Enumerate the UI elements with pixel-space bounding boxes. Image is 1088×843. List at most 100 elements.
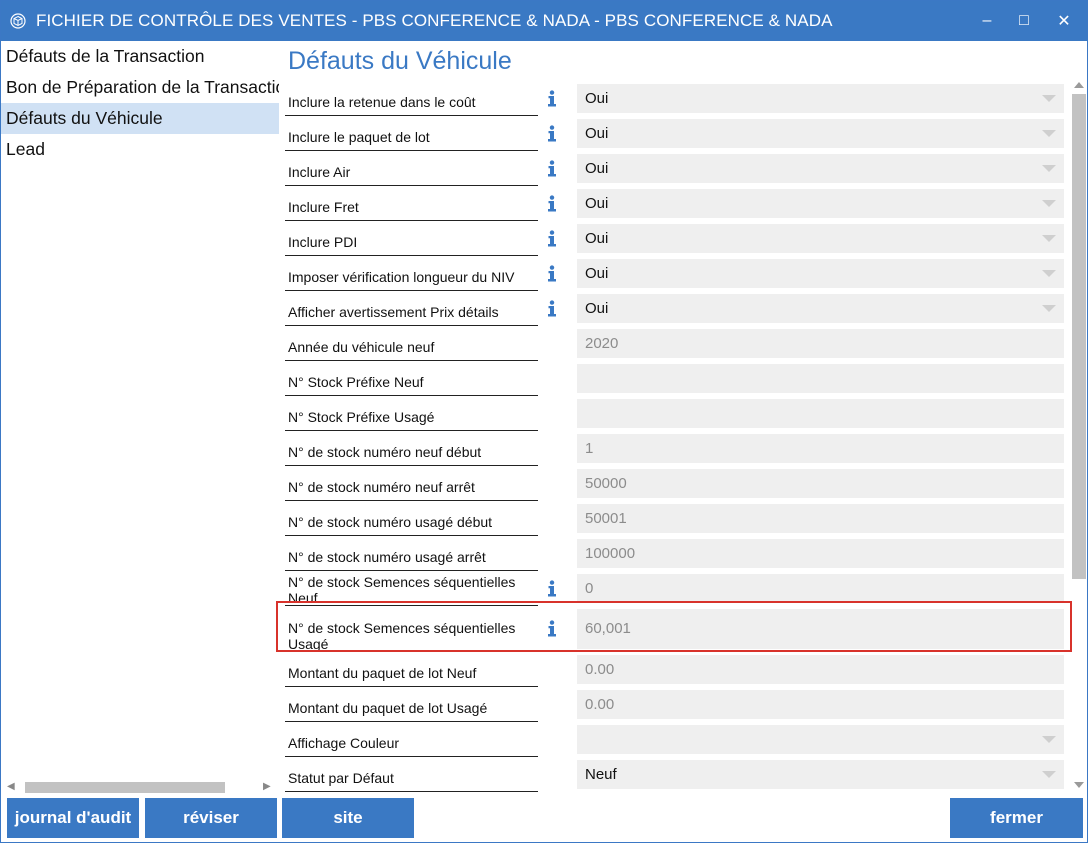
setting-label: Afficher avertissement Prix détails: [288, 304, 499, 320]
setting-dropdown[interactable]: [577, 725, 1064, 754]
title-bar[interactable]: FICHIER DE CONTRÔLE DES VENTES - PBS CON…: [1, 1, 1087, 41]
setting-dropdown[interactable]: Oui: [577, 259, 1064, 288]
info-icon[interactable]: [545, 300, 559, 317]
minimize-button[interactable]: –: [967, 1, 1007, 41]
setting-dropdown[interactable]: Oui: [577, 224, 1064, 253]
setting-row: Inclure Air Oui: [282, 151, 1069, 186]
setting-value: Oui: [585, 195, 609, 212]
settings-scroll-thumb[interactable]: [1072, 94, 1086, 579]
setting-row: Afficher avertissement Prix détails Oui: [282, 291, 1069, 326]
nav-horizontal-scrollbar[interactable]: ◀ ▶: [1, 778, 279, 794]
scroll-up-icon[interactable]: [1074, 82, 1084, 88]
setting-dropdown[interactable]: Oui: [577, 154, 1064, 183]
setting-row: Inclure le paquet de lot Oui: [282, 116, 1069, 151]
setting-row: N° de stock numéro neuf début 1: [282, 431, 1069, 466]
section-title: Défauts du Véhicule: [288, 47, 512, 75]
setting-input[interactable]: 2020: [577, 329, 1064, 358]
setting-value: 2020: [585, 335, 619, 352]
setting-label: N° de stock numéro usagé arrêt: [288, 549, 486, 565]
info-icon[interactable]: [545, 230, 559, 247]
info-icon[interactable]: [545, 580, 559, 597]
setting-row: N° Stock Préfixe Neuf: [282, 361, 1069, 396]
nav-list: Défauts de la Transaction Bon de Préparat…: [1, 41, 279, 165]
chevron-down-icon[interactable]: [1042, 130, 1056, 137]
window-title: FICHIER DE CONTRÔLE DES VENTES - PBS CON…: [36, 11, 833, 30]
setting-input[interactable]: 50001: [577, 504, 1064, 533]
info-icon[interactable]: [545, 195, 559, 212]
setting-value: 0.00: [585, 661, 615, 678]
settings-vertical-scrollbar[interactable]: [1071, 81, 1087, 794]
setting-row: Imposer vérification longueur du NIV Oui: [282, 256, 1069, 291]
setting-input[interactable]: 60,001: [577, 609, 1064, 649]
setting-value: 1: [585, 440, 594, 457]
chevron-down-icon[interactable]: [1042, 235, 1056, 242]
audit-log-button[interactable]: journal d'audit: [7, 798, 139, 838]
cube-icon: [10, 13, 26, 29]
setting-label: Inclure PDI: [288, 234, 358, 250]
setting-value: 100000: [585, 545, 636, 562]
nav-scroll-thumb[interactable]: [25, 782, 225, 793]
setting-label: N° de stock Semences séquentielles Usagé: [288, 620, 516, 652]
setting-row: N° Stock Préfixe Usagé: [282, 396, 1069, 431]
setting-input[interactable]: 100000: [577, 539, 1064, 568]
review-button[interactable]: réviser: [145, 798, 277, 838]
setting-label: N° de stock numéro neuf début: [288, 444, 482, 460]
scroll-right-icon[interactable]: ▶: [263, 781, 271, 792]
setting-label: Année du véhicule neuf: [288, 339, 435, 355]
setting-input[interactable]: 50000: [577, 469, 1064, 498]
setting-value: Oui: [585, 265, 609, 282]
setting-input[interactable]: 0.00: [577, 655, 1064, 684]
site-button[interactable]: site: [282, 798, 414, 838]
nav-item[interactable]: Lead: [1, 134, 279, 165]
left-navigation: Défauts de la Transaction Bon de Préparat…: [1, 41, 279, 794]
nav-item[interactable]: Bon de Préparation de la Transaction: [1, 72, 279, 103]
chevron-down-icon[interactable]: [1042, 771, 1056, 778]
setting-dropdown[interactable]: Neuf: [577, 760, 1064, 789]
setting-label: Inclure Air: [288, 164, 351, 180]
setting-row: Inclure Fret Oui: [282, 186, 1069, 221]
setting-value: Oui: [585, 125, 609, 142]
setting-label: Imposer vérification longueur du NIV: [288, 269, 515, 285]
close-window-button[interactable]: ✕: [1044, 1, 1084, 41]
setting-value: Oui: [585, 90, 609, 107]
setting-dropdown[interactable]: Oui: [577, 119, 1064, 148]
setting-input[interactable]: [577, 399, 1064, 428]
close-button[interactable]: fermer: [950, 798, 1083, 838]
chevron-down-icon[interactable]: [1042, 165, 1056, 172]
setting-input[interactable]: 0: [577, 574, 1064, 603]
setting-input[interactable]: 1: [577, 434, 1064, 463]
setting-value: 50001: [585, 510, 627, 527]
setting-label: Inclure Fret: [288, 199, 359, 215]
setting-row: Année du véhicule neuf 2020: [282, 326, 1069, 361]
setting-dropdown[interactable]: Oui: [577, 294, 1064, 323]
setting-dropdown[interactable]: Oui: [577, 84, 1064, 113]
chevron-down-icon[interactable]: [1042, 305, 1056, 312]
maximize-button[interactable]: □: [1004, 1, 1044, 41]
nav-item[interactable]: Défauts du Véhicule: [1, 103, 279, 134]
setting-label: Montant du paquet de lot Usagé: [288, 700, 488, 716]
setting-input[interactable]: [577, 364, 1064, 393]
chevron-down-icon[interactable]: [1042, 270, 1056, 277]
chevron-down-icon[interactable]: [1042, 736, 1056, 743]
nav-item[interactable]: Défauts de la Transaction: [1, 41, 279, 72]
setting-label: N° de stock Semences séquentielles Neuf: [288, 574, 516, 606]
info-icon[interactable]: [545, 160, 559, 177]
setting-row: N° de stock Semences séquentielles Usagé…: [282, 606, 1069, 652]
setting-dropdown[interactable]: Oui: [577, 189, 1064, 218]
chevron-down-icon[interactable]: [1042, 95, 1056, 102]
info-icon[interactable]: [545, 620, 559, 637]
setting-row: Inclure PDI Oui: [282, 221, 1069, 256]
settings-panel: Défauts du Véhicule Inclure la retenue d…: [282, 41, 1069, 794]
info-icon[interactable]: [545, 90, 559, 107]
chevron-down-icon[interactable]: [1042, 200, 1056, 207]
setting-row: Statut par Défaut Neuf: [282, 757, 1069, 792]
setting-value: Oui: [585, 230, 609, 247]
setting-row: Inclure la retenue dans le coût Oui: [282, 81, 1069, 116]
scroll-left-icon[interactable]: ◀: [7, 781, 15, 792]
info-icon[interactable]: [545, 125, 559, 142]
info-icon[interactable]: [545, 265, 559, 282]
setting-value: Oui: [585, 160, 609, 177]
scroll-down-icon[interactable]: [1074, 782, 1084, 788]
setting-label: N° Stock Préfixe Neuf: [288, 374, 424, 390]
setting-input[interactable]: 0.00: [577, 690, 1064, 719]
